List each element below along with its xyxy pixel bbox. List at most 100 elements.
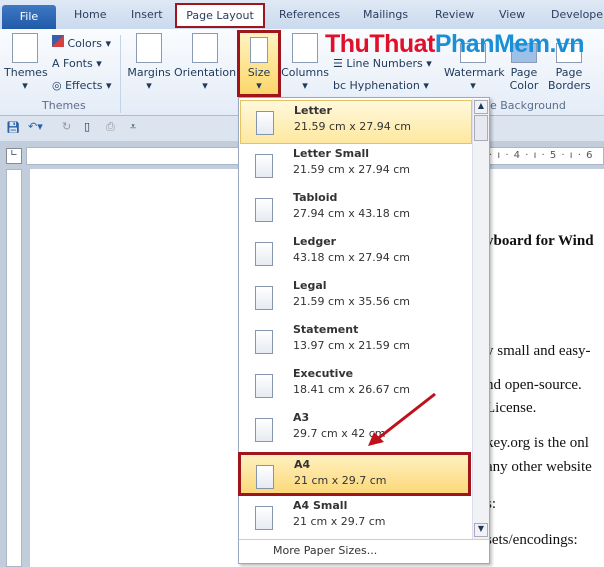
separator	[120, 35, 121, 113]
columns-label: Columns	[281, 66, 329, 79]
fonts-button[interactable]: A Fonts ▾	[52, 57, 102, 70]
effects-label: Effects	[65, 79, 103, 92]
fonts-icon: A	[52, 57, 60, 70]
hyphenation-icon: bc	[333, 79, 347, 92]
annotation-arrow-icon	[368, 392, 436, 446]
themes-group-label: Themes	[42, 99, 86, 112]
tab-home[interactable]: Home	[74, 8, 106, 21]
paper-size-dimensions: 21 cm x 29.7 cm	[294, 474, 387, 487]
paper-size-a4-small[interactable]: A4 Small 21 cm x 29.7 cm	[240, 496, 472, 540]
paper-size-dimensions: 21.59 cm x 27.94 cm	[293, 163, 411, 176]
tab-mailings[interactable]: Mailings	[363, 8, 408, 21]
page-icon	[256, 465, 274, 489]
doc-line: nd open-source.	[486, 377, 582, 393]
tab-developer[interactable]: Developer	[551, 8, 604, 21]
page-icon	[256, 111, 274, 135]
page-icon	[255, 242, 273, 266]
paper-size-legal[interactable]: Legal 21.59 cm x 35.56 cm	[240, 276, 472, 320]
tab-selector-icon[interactable]: ∟	[6, 148, 22, 164]
scroll-up-icon[interactable]: ▲	[474, 100, 488, 114]
paper-size-dimensions: 27.94 cm x 43.18 cm	[293, 207, 411, 220]
paper-size-letter-small[interactable]: Letter Small 21.59 cm x 27.94 cm	[240, 144, 472, 188]
paper-size-name: Executive	[293, 367, 354, 380]
customize-toolbar-icon[interactable]: ⩡	[130, 120, 136, 134]
paper-size-dimensions: 43.18 cm x 27.94 cm	[293, 251, 411, 264]
margins-label: Margins	[127, 66, 171, 79]
page-color-label: Page Color	[509, 66, 539, 92]
margins-button[interactable]: Margins ▾	[126, 33, 172, 92]
hyphenation-label: Hyphenation	[349, 79, 420, 92]
paper-size-name: Tabloid	[293, 191, 338, 204]
paper-size-name: Letter	[294, 104, 332, 117]
doc-line: key.org is the onl	[486, 435, 589, 451]
more-paper-sizes-button[interactable]: More Paper Sizes...	[239, 539, 489, 563]
hyphenation-button[interactable]: bc Hyphenation ▾	[333, 79, 429, 92]
margins-icon	[136, 33, 162, 63]
ribbon-tabs: File Home Insert Page Layout References …	[0, 0, 604, 30]
doc-line: sets/encodings:	[486, 532, 578, 548]
tab-view[interactable]: View	[499, 8, 525, 21]
doc-line: y small and easy-	[486, 343, 591, 359]
themes-button[interactable]: Themes ▾	[4, 33, 48, 92]
paper-size-name: Legal	[293, 279, 327, 292]
page-borders-label: Page Borders	[548, 66, 591, 92]
vertical-ruler[interactable]	[6, 169, 22, 567]
colors-button[interactable]: Colors ▾	[52, 35, 111, 50]
scroll-down-icon[interactable]: ▼	[474, 523, 488, 537]
paper-size-dimensions: 21.59 cm x 35.56 cm	[293, 295, 411, 308]
paper-size-name: Statement	[293, 323, 359, 336]
colors-label: Colors	[67, 37, 102, 50]
page-icon	[255, 374, 273, 398]
page-icon	[255, 154, 273, 178]
paper-size-ledger[interactable]: Ledger 43.18 cm x 27.94 cm	[240, 232, 472, 276]
size-button[interactable]: Size ▾	[237, 30, 281, 97]
paper-size-name: Ledger	[293, 235, 337, 248]
columns-icon	[292, 33, 318, 63]
new-document-icon[interactable]: ▯	[84, 120, 90, 133]
undo-icon[interactable]: ↶▾	[28, 120, 43, 133]
page-icon	[255, 286, 273, 310]
colors-icon	[52, 35, 64, 47]
columns-button[interactable]: Columns ▾	[280, 33, 330, 92]
paper-size-statement[interactable]: Statement 13.97 cm x 21.59 cm	[240, 320, 472, 364]
scroll-thumb[interactable]	[474, 115, 488, 141]
themes-icon	[12, 33, 38, 63]
orientation-label: Orientation	[174, 66, 237, 79]
effects-icon: ◎	[52, 79, 62, 92]
orientation-button[interactable]: Orientation ▾	[174, 33, 236, 92]
paper-size-name: A4	[294, 458, 311, 471]
tab-references[interactable]: References	[279, 8, 340, 21]
doc-line: License.	[486, 400, 537, 416]
tab-file[interactable]: File	[2, 5, 56, 30]
effects-button[interactable]: ◎ Effects ▾	[52, 79, 112, 92]
doc-line: yboard for Wind	[486, 233, 594, 249]
menu-scrollbar[interactable]: ▲ ▼	[472, 99, 489, 539]
tab-insert[interactable]: Insert	[131, 8, 163, 21]
watermark-label: Watermark	[444, 66, 505, 79]
fonts-label: Fonts	[63, 57, 93, 70]
paper-size-name: A3	[293, 411, 310, 424]
paper-size-a4[interactable]: A4 21 cm x 29.7 cm	[238, 452, 471, 496]
tab-page-layout[interactable]: Page Layout	[175, 3, 265, 28]
size-label: Size	[247, 66, 271, 79]
watermark-logo: ThuThuatPhanMem.vn	[325, 30, 585, 58]
page-icon	[255, 198, 273, 222]
paper-size-dimensions: 13.97 cm x 21.59 cm	[293, 339, 411, 352]
paper-size-tabloid[interactable]: Tabloid 27.94 cm x 43.18 cm	[240, 188, 472, 232]
paper-size-name: Letter Small	[293, 147, 370, 160]
save-icon[interactable]: 💾︎	[6, 121, 20, 134]
page-icon	[255, 418, 273, 442]
doc-line: any other website	[486, 459, 592, 475]
paper-size-dimensions: 21.59 cm x 27.94 cm	[294, 120, 412, 133]
themes-label: Themes	[4, 66, 48, 79]
paper-size-name: A4 Small	[293, 499, 348, 512]
size-dropdown-menu: Letter 21.59 cm x 27.94 cm Letter Small 21.…	[238, 97, 490, 564]
page-icon	[255, 506, 273, 530]
tab-review[interactable]: Review	[435, 8, 474, 21]
paper-size-letter[interactable]: Letter 21.59 cm x 27.94 cm	[240, 100, 472, 144]
orientation-icon	[192, 33, 218, 63]
paper-size-dimensions: 21 cm x 29.7 cm	[293, 515, 386, 528]
size-icon	[250, 37, 268, 63]
redo-icon[interactable]: ↻	[62, 120, 71, 133]
print-icon[interactable]: ⎙	[106, 120, 115, 134]
